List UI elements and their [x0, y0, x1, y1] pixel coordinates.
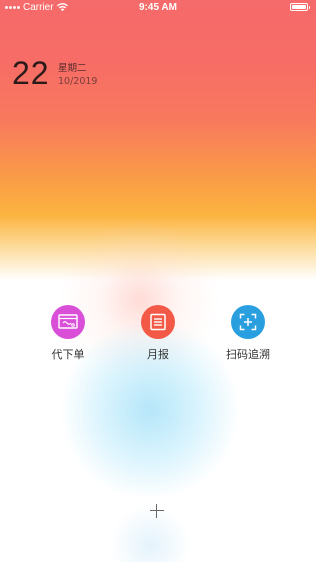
scan-add-icon: [239, 313, 257, 331]
add-button[interactable]: [147, 501, 167, 521]
proxy-order-circle: [51, 305, 85, 339]
monthly-report-button[interactable]: 月报: [118, 305, 198, 362]
status-time: 9:45 AM: [139, 2, 177, 13]
battery-icon: [290, 3, 310, 11]
proxy-order-button[interactable]: 代下单: [28, 305, 108, 362]
date-day: 22: [12, 55, 50, 91]
monthly-report-label: 月报: [147, 348, 169, 361]
status-bar: Carrier 9:45 AM: [0, 0, 316, 16]
report-list-icon: [150, 313, 166, 331]
scan-trace-circle: [231, 305, 265, 339]
date-month-year: 10/2019: [58, 76, 98, 87]
monthly-report-circle: [141, 305, 175, 339]
order-card-icon: [58, 314, 78, 329]
scan-trace-label: 扫码追溯: [226, 348, 270, 361]
quick-actions: 代下单 月报 扫码追溯: [0, 305, 316, 365]
scan-trace-button[interactable]: 扫码追溯: [208, 305, 288, 362]
date-weekday: 星期二: [58, 63, 87, 74]
proxy-order-label: 代下单: [51, 348, 85, 361]
